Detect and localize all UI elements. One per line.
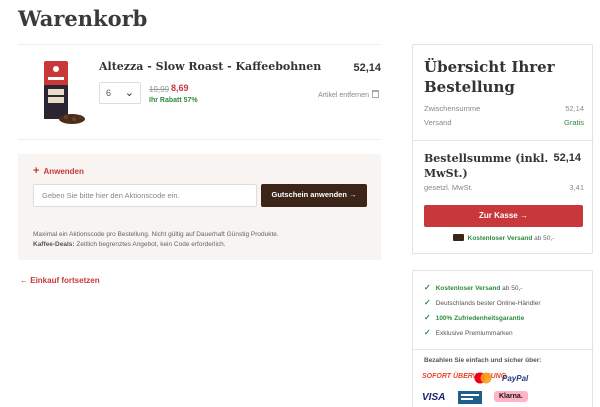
page-title: Warenkorb xyxy=(18,6,148,31)
klarna-logo: Klarna. xyxy=(494,391,528,402)
remove-item-label: Artikel entfernen xyxy=(318,92,369,99)
checkout-label: Zur Kasse xyxy=(479,211,518,220)
subtotal-label: Zwischensumme xyxy=(424,104,481,113)
trust-box: ✓ Kostenloser Versand ab 50,- ✓ Deutschlan… xyxy=(412,270,594,407)
promo-toggle-label: Anwenden xyxy=(43,167,84,176)
continue-shopping-link[interactable]: ← Einkauf fortsetzen xyxy=(20,276,100,285)
check-icon: ✓ xyxy=(424,283,431,292)
summary-title: Übersicht Ihrer Bestellung xyxy=(424,58,555,96)
promo-toggle[interactable]: + Anwenden xyxy=(33,165,84,177)
usp-item: ✓ Deutschlands bester Online-Händler xyxy=(424,298,540,307)
tax-label: gesetzl. MwSt. xyxy=(424,183,473,192)
visa-logo: VISA xyxy=(422,392,446,403)
promo-note-line2: Zeitlich begrenztes Angebot, kein Code e… xyxy=(76,241,226,248)
sofort-logo: SOFORT ÜBERWEISUNG xyxy=(422,373,507,380)
total-value: 52,14 xyxy=(553,152,581,164)
item-total: 52,14 xyxy=(353,62,381,74)
usp-text: Deutschlands bester Online-Händler xyxy=(435,300,541,307)
discount-label: Ihr Rabatt 57% xyxy=(149,97,198,104)
order-summary: Übersicht Ihrer Bestellung Zwischensumme… xyxy=(412,44,594,254)
new-price: 8,69 xyxy=(171,83,189,93)
product-name[interactable]: Altezza - Slow Roast - Kaffeebohnen xyxy=(99,60,321,73)
usp-text: Exklusive Premiummarken xyxy=(435,330,513,337)
shipping-label: Versand xyxy=(424,118,452,127)
payment-title: Bezahlen Sie einfach und sicher über: xyxy=(424,357,542,364)
apply-voucher-label: Gutschein anwenden xyxy=(271,190,347,199)
old-price: 19,99 xyxy=(149,85,170,94)
promo-note-line1: Maximal ein Aktionscode pro Bestellung. … xyxy=(33,231,279,238)
usp-item: ✓ Kostenloser Versand ab 50,- xyxy=(424,283,522,292)
paypal-logo: PayPal xyxy=(502,374,529,383)
arrow-right-icon: → xyxy=(519,211,528,220)
free-shipping-bold: Kostenloser Versand xyxy=(467,235,533,242)
remove-item-button[interactable]: Artikel entfernen xyxy=(318,90,379,99)
trash-icon xyxy=(372,90,379,98)
plus-icon: + xyxy=(33,165,40,177)
divider xyxy=(413,140,594,141)
divider xyxy=(413,349,594,350)
quantity-value: 6 xyxy=(106,88,112,98)
check-icon: ✓ xyxy=(424,313,431,322)
usp-item: ✓ Exklusive Premiummarken xyxy=(424,328,513,337)
promo-note: Maximal ein Aktionscode pro Bestellung. … xyxy=(33,230,279,250)
tax-value: 3,41 xyxy=(569,183,584,192)
arrow-left-icon: ← xyxy=(20,276,28,285)
shipping-row: Versand Gratis xyxy=(424,118,584,127)
promo-code-section: + Anwenden Geben Sie bitte hier den Aktio… xyxy=(18,154,381,260)
subtotal-value: 52,14 xyxy=(565,104,584,113)
check-icon: ✓ xyxy=(424,328,431,337)
usp-text: ab 50,- xyxy=(500,285,523,292)
checkout-button[interactable]: Zur Kasse → xyxy=(424,205,583,227)
free-shipping-rest: ab 50,- xyxy=(534,235,555,242)
total-label: Bestellsumme (inkl. MwSt.) xyxy=(424,152,549,180)
quantity-select[interactable]: 6 ⌄ xyxy=(99,82,141,104)
subtotal-row: Zwischensumme 52,14 xyxy=(424,104,584,113)
usp-bold: 100% Zufriedenheitsgarantie xyxy=(435,315,525,322)
mastercard-logo xyxy=(474,372,492,384)
chevron-down-icon: ⌄ xyxy=(124,87,134,99)
usp-item: ✓ 100% Zufriedenheitsgarantie xyxy=(424,313,524,322)
cart-item: Altezza - Slow Roast - Kaffeebohnen 52,1… xyxy=(18,44,381,140)
promo-code-input[interactable]: Geben Sie bitte hier den Aktionscode ein… xyxy=(33,184,257,207)
product-image[interactable] xyxy=(38,59,86,129)
tax-row: gesetzl. MwSt. 3,41 xyxy=(424,183,584,192)
check-icon: ✓ xyxy=(424,298,431,307)
bank-transfer-logo xyxy=(458,391,482,404)
free-shipping-note: Kostenloser Versand ab 50,- xyxy=(424,234,583,242)
apply-voucher-button[interactable]: Gutschein anwenden → xyxy=(261,184,367,207)
arrow-right-icon: → xyxy=(349,190,357,199)
continue-shopping-label: Einkauf fortsetzen xyxy=(30,276,100,285)
truck-icon xyxy=(452,234,464,241)
shipping-value: Gratis xyxy=(563,118,584,127)
promo-note-bold: Kaffee-Deals: xyxy=(33,241,75,248)
usp-bold: Kostenloser Versand xyxy=(435,285,501,292)
